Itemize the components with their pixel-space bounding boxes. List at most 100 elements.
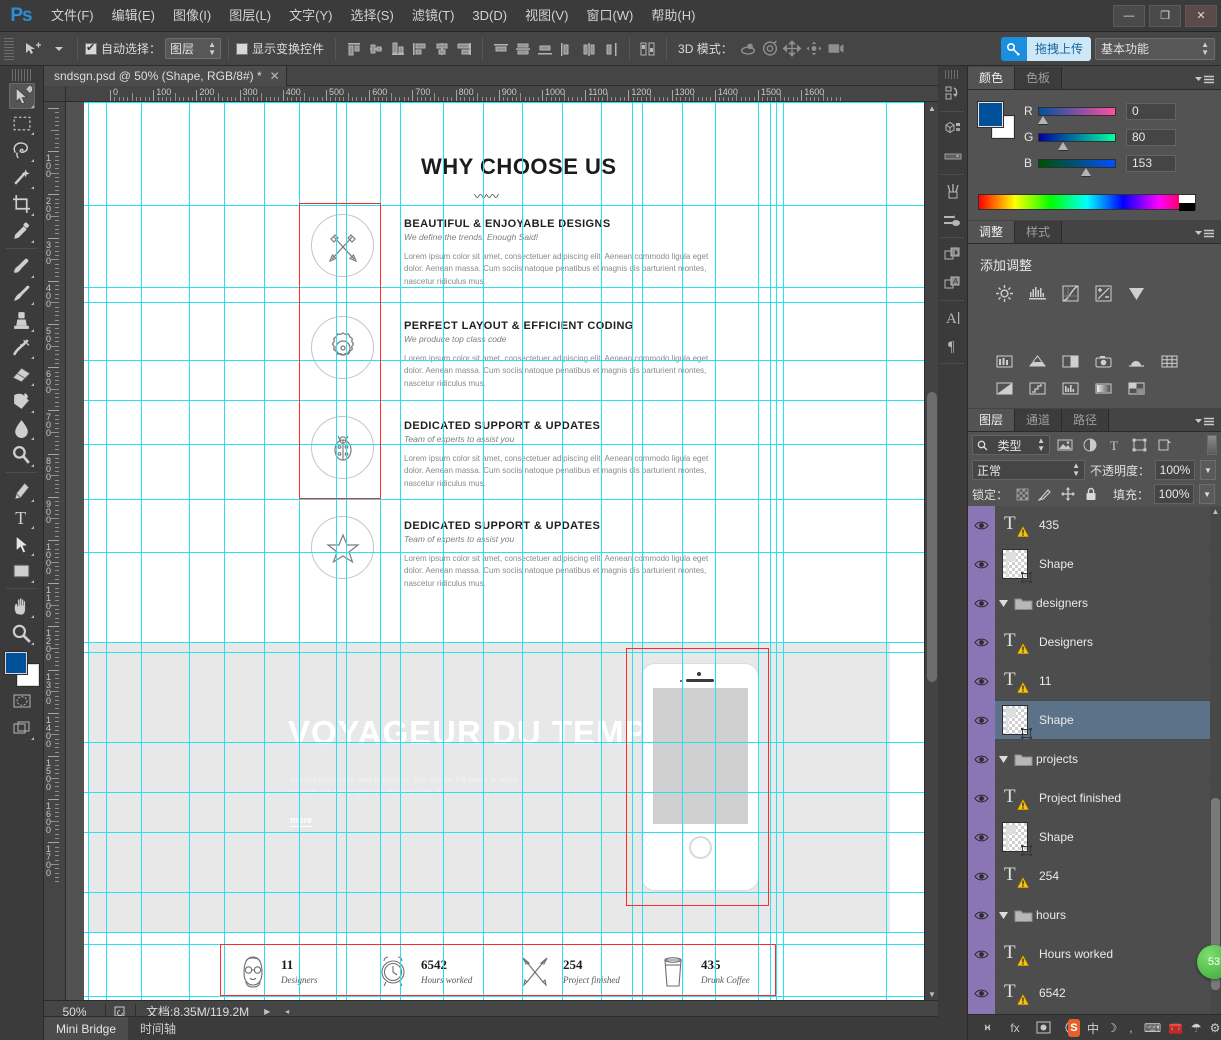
channel-value-r[interactable]: 0 <box>1126 102 1176 120</box>
auto-select-checkbox[interactable] <box>85 41 97 55</box>
3d-camera-icon[interactable] <box>825 38 847 60</box>
clone-stamp-tool[interactable] <box>9 307 35 333</box>
blend-mode-select[interactable]: 正常 ▲ ▼ <box>972 460 1085 480</box>
filter-smart-object-icon[interactable] <box>1154 435 1175 455</box>
brush-tool[interactable] <box>9 280 35 306</box>
guide-horizontal[interactable] <box>84 499 929 500</box>
vibrance-icon[interactable] <box>1120 280 1153 307</box>
menu-item-7[interactable]: 3D(D) <box>463 0 516 32</box>
hue-saturation-icon[interactable] <box>988 348 1021 375</box>
layer-row[interactable]: T 6542 <box>968 973 1221 1013</box>
guide-vertical[interactable] <box>346 102 347 1000</box>
align-vertical-centers-icon[interactable] <box>365 38 387 60</box>
rail-grip[interactable] <box>945 70 960 79</box>
3d-settings-icon[interactable] <box>940 144 966 170</box>
moon-icon[interactable]: ☽ <box>1106 1019 1118 1037</box>
tab-timeline[interactable]: 时间轴 <box>128 1017 188 1040</box>
distribute-horizontal-centers-icon[interactable] <box>578 38 600 60</box>
3d-icon[interactable] <box>940 116 966 142</box>
canvas-vertical-scrollbar[interactable]: ▲ ▼ <box>924 102 938 1000</box>
color-spectrum-ramp[interactable] <box>978 194 1196 211</box>
guide-horizontal[interactable] <box>84 102 929 103</box>
layer-visibility-toggle[interactable] <box>968 544 995 584</box>
path-selection-tool[interactable] <box>9 531 35 557</box>
guide-vertical[interactable] <box>483 102 484 1000</box>
guide-horizontal[interactable] <box>84 642 929 643</box>
channel-mixer-icon[interactable] <box>1120 348 1153 375</box>
artboard[interactable]: WHY CHOOSE US 〰〰 BEAUTIFUL & ENJOYABLE D… <box>84 102 929 1000</box>
settings-icon[interactable]: ⚙ <box>1209 1019 1221 1037</box>
type-tool[interactable]: T <box>9 504 35 530</box>
menu-item-6[interactable]: 滤镜(T) <box>403 0 464 32</box>
menu-item-9[interactable]: 窗口(W) <box>577 0 642 32</box>
opacity-dropdown-icon[interactable]: ▼ <box>1200 460 1217 480</box>
magic-wand-tool[interactable] <box>9 164 35 190</box>
tab-mini-bridge[interactable]: Mini Bridge <box>44 1016 129 1040</box>
guide-horizontal[interactable] <box>84 932 929 933</box>
menu-item-5[interactable]: 选择(S) <box>341 0 402 32</box>
fx-icon[interactable]: fx <box>1006 1019 1024 1037</box>
black-white-icon[interactable] <box>1054 348 1087 375</box>
paragraph-icon[interactable]: ¶ <box>940 333 966 359</box>
guide-vertical[interactable] <box>776 102 777 1000</box>
color-panel-swatches[interactable] <box>978 102 1014 138</box>
link-icon[interactable] <box>978 1019 996 1037</box>
scroll-thumb-vertical[interactable] <box>927 392 937 682</box>
guide-vertical[interactable] <box>336 102 337 1000</box>
curves-icon[interactable] <box>1054 280 1087 307</box>
guide-vertical[interactable] <box>886 102 887 1000</box>
auto-align-layers-icon[interactable] <box>637 38 659 60</box>
character-icon[interactable]: A <box>940 305 966 331</box>
comma-icon[interactable]: , <box>1125 1019 1137 1037</box>
rectangle-tool[interactable] <box>9 558 35 584</box>
distribute-left-edges-icon[interactable] <box>556 38 578 60</box>
channel-slider-g[interactable] <box>1038 132 1116 150</box>
guide-horizontal[interactable] <box>84 742 929 743</box>
color-panel-foreground-swatch[interactable] <box>978 102 1003 127</box>
guide-horizontal[interactable] <box>84 287 929 288</box>
layer-row[interactable]: T Project finished <box>968 778 1221 818</box>
panel-menu-icon[interactable] <box>1195 75 1215 85</box>
filter-pixel-icon[interactable] <box>1054 435 1075 455</box>
crop-tool[interactable] <box>9 191 35 217</box>
layer-filter-type-select[interactable]: 类型 ▲ ▼ <box>972 435 1050 455</box>
layer-row[interactable]: T Hours worked <box>968 934 1221 974</box>
align-left-edges-icon[interactable] <box>409 38 431 60</box>
quick-mask-mode-button[interactable] <box>9 688 35 714</box>
layer-visibility-toggle[interactable] <box>968 778 995 818</box>
guide-horizontal[interactable] <box>84 552 929 553</box>
keyboard-icon[interactable]: ⌨ <box>1144 1019 1161 1037</box>
close-icon[interactable]: ✕ <box>270 69 280 83</box>
screen-mode-button[interactable] <box>9 715 35 741</box>
drag-upload-button[interactable]: 拖拽上传 <box>1000 36 1091 61</box>
guide-horizontal[interactable] <box>84 400 929 401</box>
scroll-up-icon[interactable]: ▲ <box>928 104 936 113</box>
tab-color[interactable]: 颜色 <box>968 67 1016 89</box>
filter-toggle-switch[interactable] <box>1207 435 1217 455</box>
fill-value[interactable]: 100% <box>1154 484 1195 504</box>
guide-vertical[interactable] <box>642 102 643 1000</box>
channel-slider-r[interactable] <box>1038 106 1116 124</box>
color-swatches[interactable] <box>4 652 39 686</box>
selective-color-icon[interactable] <box>1120 375 1153 402</box>
distribute-right-edges-icon[interactable] <box>600 38 622 60</box>
tab-layers[interactable]: 图层 <box>968 409 1016 431</box>
guide-vertical[interactable] <box>400 102 401 1000</box>
guide-vertical[interactable] <box>224 102 225 1000</box>
layer-visibility-toggle[interactable] <box>968 856 995 896</box>
scroll-up-icon[interactable]: ▲ <box>1211 507 1220 516</box>
posterize-icon[interactable] <box>1021 375 1054 402</box>
guide-vertical[interactable] <box>758 102 759 1000</box>
align-horizontal-centers-icon[interactable] <box>431 38 453 60</box>
layer-row[interactable]: T 11 <box>968 661 1221 701</box>
hand-tool[interactable] <box>9 593 35 619</box>
layer-row[interactable]: T Designers <box>968 622 1221 662</box>
align-bottom-edges-icon[interactable] <box>387 38 409 60</box>
distribute-bottom-edges-icon[interactable] <box>534 38 556 60</box>
layer-row[interactable]: projects <box>968 739 1221 779</box>
workspace-selector[interactable]: 基本功能 ▲ ▼ <box>1095 37 1215 60</box>
tab-channels[interactable]: 通道 <box>1015 409 1063 431</box>
menu-item-8[interactable]: 视图(V) <box>516 0 577 32</box>
menu-item-2[interactable]: 图像(I) <box>164 0 220 32</box>
layer-row[interactable]: Shape <box>968 544 1221 584</box>
